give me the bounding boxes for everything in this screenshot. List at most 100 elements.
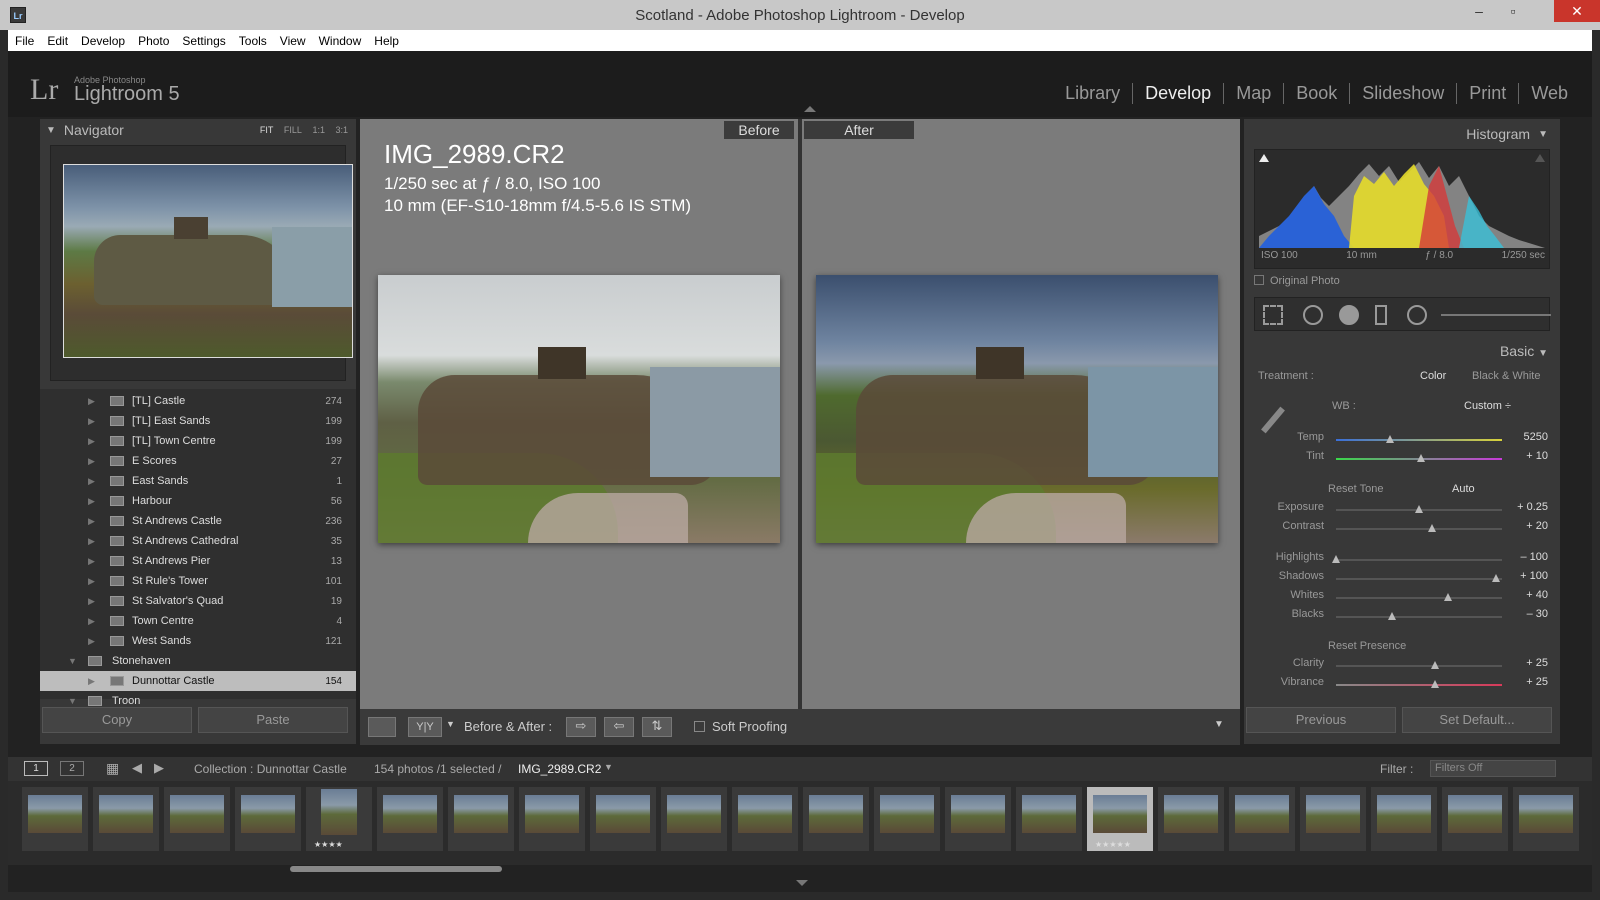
folder-row[interactable]: ▶ St Rule's Tower 101 xyxy=(40,571,356,591)
folder-row[interactable]: ▶ West Sands 121 xyxy=(40,631,356,651)
after-photo[interactable] xyxy=(816,275,1218,543)
paste-button[interactable]: Paste xyxy=(198,707,348,733)
before-photo[interactable] xyxy=(378,275,780,543)
folder-row[interactable]: ▶ [TL] Town Centre 199 xyxy=(40,431,356,451)
slider-value[interactable]: + 40 xyxy=(1526,589,1548,601)
image-view[interactable]: Before After IMG_2989.CR2 1/250 sec at ƒ… xyxy=(360,119,1240,709)
collapse-top-arrow-icon[interactable] xyxy=(804,106,816,112)
folder-row[interactable]: ▶ Town Centre 4 xyxy=(40,611,356,631)
back-arrow-icon[interactable]: ◀ xyxy=(132,760,142,776)
filmstrip-thumbnail[interactable] xyxy=(1513,787,1579,851)
module-print[interactable]: Print xyxy=(1456,83,1518,104)
folder-row[interactable]: ▶ Harbour 56 xyxy=(40,491,356,511)
slider-value[interactable]: + 100 xyxy=(1520,570,1548,582)
filmstrip-thumbnail[interactable] xyxy=(1158,787,1224,851)
slider-knob[interactable] xyxy=(1428,524,1436,532)
folder-row[interactable]: ▶ St Salvator's Quad 19 xyxy=(40,591,356,611)
previous-button[interactable]: Previous xyxy=(1246,707,1396,733)
forward-arrow-icon[interactable]: ▶ xyxy=(154,760,164,776)
slider-knob[interactable] xyxy=(1416,454,1425,462)
auto-tone-button[interactable]: Auto xyxy=(1452,483,1475,495)
slider-track[interactable] xyxy=(1336,578,1502,580)
slider-value[interactable]: + 20 xyxy=(1526,520,1548,532)
selected-file[interactable]: IMG_2989.CR2 xyxy=(518,762,601,776)
navigator-preview[interactable] xyxy=(50,145,353,381)
filmstrip-thumbnail[interactable] xyxy=(1300,787,1366,851)
slider-track[interactable] xyxy=(1336,616,1502,618)
loupe-view-icon[interactable] xyxy=(368,717,396,737)
filmstrip-thumbnail[interactable] xyxy=(377,787,443,851)
zoom-1-1[interactable]: 1:1 xyxy=(312,125,325,135)
minimize-icon[interactable]: – xyxy=(1462,0,1496,22)
menu-file[interactable]: File xyxy=(15,34,34,48)
slider-knob[interactable] xyxy=(1492,574,1500,582)
slider-track[interactable] xyxy=(1336,597,1502,599)
crop-icon[interactable] xyxy=(1263,305,1283,325)
menu-settings[interactable]: Settings xyxy=(182,34,225,48)
module-map[interactable]: Map xyxy=(1223,83,1283,104)
filmstrip-thumbnail[interactable]: ★★★★ xyxy=(306,787,372,851)
swap-before-after-icon[interactable]: ⇅ xyxy=(642,717,672,737)
adjustment-brush-slider[interactable] xyxy=(1441,314,1551,316)
zoom-fit[interactable]: FIT xyxy=(260,125,274,135)
reset-presence[interactable]: Reset Presence xyxy=(1328,640,1406,652)
original-photo-toggle[interactable]: Original Photo xyxy=(1254,275,1340,287)
main-window-button[interactable]: 1 xyxy=(24,761,48,776)
module-slideshow[interactable]: Slideshow xyxy=(1349,83,1456,104)
folder-row[interactable]: ▶ E Scores 27 xyxy=(40,451,356,471)
slider-track[interactable] xyxy=(1336,559,1502,561)
menu-help[interactable]: Help xyxy=(374,34,399,48)
navigator-header[interactable]: ▼ Navigator FIT FILL 1:1 3:1 xyxy=(40,119,356,141)
slider-knob[interactable] xyxy=(1431,680,1440,688)
file-dropdown-icon[interactable]: ▼ xyxy=(604,762,613,772)
navigator-image[interactable] xyxy=(63,164,353,358)
grid-icon[interactable]: ▦ xyxy=(106,760,119,777)
toolbar-menu-icon[interactable]: ▼ xyxy=(1214,719,1224,730)
filmstrip-thumbnail[interactable] xyxy=(448,787,514,851)
filmstrip-thumbnail[interactable]: ★★★★★ xyxy=(1087,787,1153,851)
histogram[interactable]: ISO 100 10 mm ƒ / 8.0 1/250 sec xyxy=(1254,149,1550,269)
graduated-filter-icon[interactable] xyxy=(1375,305,1387,325)
menu-photo[interactable]: Photo xyxy=(138,34,169,48)
folder-row[interactable]: ▶ East Sands 1 xyxy=(40,471,356,491)
filmstrip-thumbnail[interactable] xyxy=(1016,787,1082,851)
module-web[interactable]: Web xyxy=(1518,83,1580,104)
copy-before-to-after-icon[interactable]: ⇨ xyxy=(566,717,596,737)
slider-knob[interactable] xyxy=(1431,661,1440,669)
filmstrip-thumbnail[interactable] xyxy=(590,787,656,851)
folder-row[interactable]: ▶ St Andrews Cathedral 35 xyxy=(40,531,356,551)
slider-value[interactable]: + 25 xyxy=(1526,657,1548,669)
folder-group-stonehaven[interactable]: ▼ Stonehaven xyxy=(40,651,356,671)
folder-row-selected[interactable]: ▶ Dunnottar Castle 154 xyxy=(40,671,356,691)
filmstrip-thumbnail[interactable] xyxy=(945,787,1011,851)
folder-row[interactable]: ▶ St Andrews Pier 13 xyxy=(40,551,356,571)
radial-filter-icon[interactable] xyxy=(1407,305,1427,325)
zoom-fill[interactable]: FILL xyxy=(284,125,302,135)
close-icon[interactable]: ✕ xyxy=(1554,0,1600,22)
slider-track[interactable] xyxy=(1336,439,1502,441)
treatment-bw[interactable]: Black & White xyxy=(1472,370,1540,382)
slider-value[interactable]: + 10 xyxy=(1526,450,1548,462)
soft-proofing-checkbox[interactable] xyxy=(694,721,705,732)
filmstrip-thumbnail[interactable] xyxy=(235,787,301,851)
slider-track[interactable] xyxy=(1336,684,1502,686)
menu-develop[interactable]: Develop xyxy=(81,34,125,48)
copy-button[interactable]: Copy xyxy=(42,707,192,733)
maximize-icon[interactable]: ▫ xyxy=(1496,0,1530,22)
slider-track[interactable] xyxy=(1336,528,1502,530)
filmstrip-thumbnail[interactable] xyxy=(1442,787,1508,851)
slider-value[interactable]: – 100 xyxy=(1520,551,1548,563)
filmstrip-thumbnail[interactable] xyxy=(874,787,940,851)
slider-knob[interactable] xyxy=(1415,505,1424,513)
module-book[interactable]: Book xyxy=(1283,83,1349,104)
slider-value[interactable]: + 25 xyxy=(1526,676,1548,688)
module-develop[interactable]: Develop xyxy=(1132,83,1223,104)
copy-after-to-before-icon[interactable]: ⇦ xyxy=(604,717,634,737)
filmstrip-thumbnail[interactable] xyxy=(519,787,585,851)
filmstrip-thumbnail[interactable] xyxy=(22,787,88,851)
filmstrip-thumbnail[interactable] xyxy=(93,787,159,851)
zoom-3-1[interactable]: 3:1 xyxy=(335,125,348,135)
basic-header[interactable]: Basic ▼ xyxy=(1244,339,1560,363)
filmstrip-thumbnail[interactable] xyxy=(1229,787,1295,851)
filmstrip-scrollbar[interactable] xyxy=(290,866,502,872)
